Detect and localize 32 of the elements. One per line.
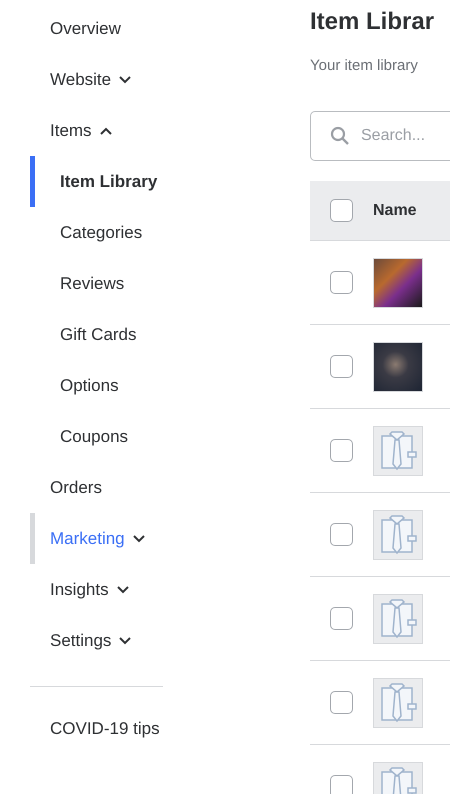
nav-item[interactable]: Reviews — [30, 258, 310, 309]
checkbox[interactable] — [330, 199, 353, 222]
search-field[interactable]: Search... — [310, 111, 450, 162]
checkbox[interactable] — [330, 775, 353, 794]
nav-item[interactable]: Options — [30, 360, 310, 411]
chevron-up-icon — [100, 126, 112, 134]
chevron-down-icon — [116, 586, 129, 594]
checkbox[interactable] — [330, 439, 353, 462]
nav-item[interactable]: Marketing — [30, 513, 310, 564]
column-header: Name — [373, 200, 417, 221]
checkbox[interactable] — [330, 271, 353, 294]
photo-placeholder — [373, 258, 423, 308]
chevron-down-icon — [119, 76, 132, 84]
checkbox[interactable] — [330, 355, 353, 378]
nav-item[interactable]: Website — [30, 54, 310, 105]
photo-placeholder — [373, 342, 423, 392]
nav-item[interactable]: Insights — [30, 564, 310, 615]
nav-item[interactable]: Items — [30, 105, 310, 156]
checkbox[interactable] — [330, 691, 353, 714]
nav-item[interactable]: Gift Cards — [30, 309, 310, 360]
page-description: Your item library — [310, 56, 419, 76]
chevron-down-icon — [132, 534, 145, 542]
nav-item[interactable]: Orders — [30, 462, 310, 513]
checkbox[interactable] — [330, 607, 353, 630]
checkbox[interactable] — [330, 523, 353, 546]
chevron-down-icon — [119, 636, 132, 644]
nav-item[interactable]: Overview — [30, 3, 310, 54]
covid-tips-link[interactable]: COVID-19 tips — [30, 703, 310, 754]
page-title: Item Librar — [310, 8, 436, 37]
nav-item[interactable]: Settings — [30, 615, 310, 666]
nav-item[interactable]: Categories — [30, 207, 310, 258]
nav-item[interactable]: Coupons — [30, 411, 310, 462]
